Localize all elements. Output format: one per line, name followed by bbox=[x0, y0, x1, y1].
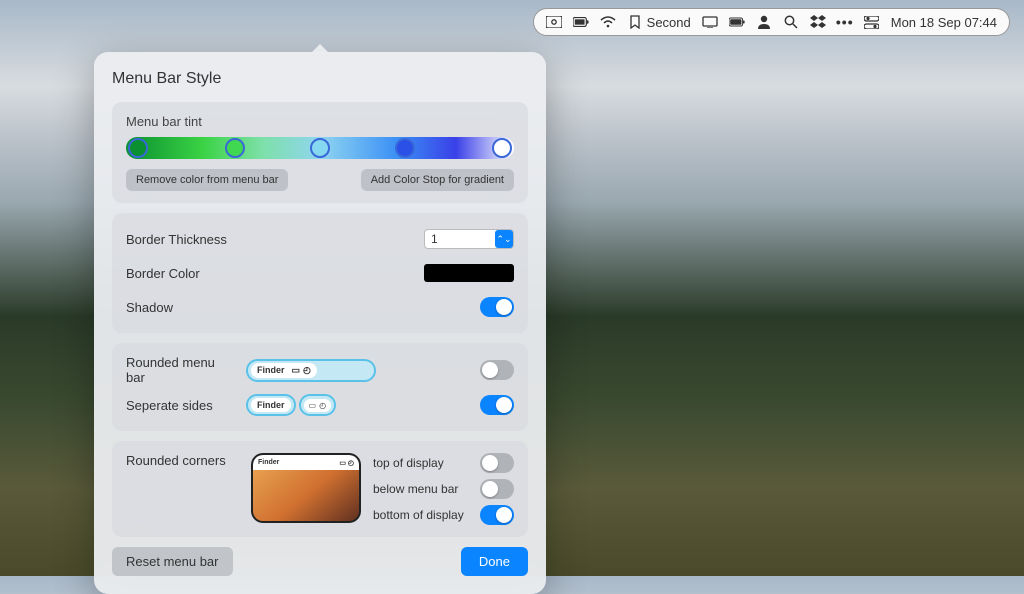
shadow-label: Shadow bbox=[126, 300, 173, 315]
rounded-menubar-toggle[interactable] bbox=[480, 360, 514, 380]
rounded-menubar-label: Rounded menu bar bbox=[126, 355, 236, 385]
remove-color-button[interactable]: Remove color from menu bar bbox=[126, 169, 288, 191]
display-icon[interactable] bbox=[702, 14, 718, 30]
corner-below-toggle[interactable] bbox=[480, 479, 514, 499]
border-thickness-value: 1 bbox=[431, 232, 438, 246]
gradient-track[interactable] bbox=[126, 137, 514, 159]
shadow-toggle[interactable] bbox=[480, 297, 514, 317]
border-thickness-label: Border Thickness bbox=[126, 232, 227, 247]
tint-section: Menu bar tint Remove color from menu bar… bbox=[112, 102, 528, 203]
separate-sides-toggle[interactable] bbox=[480, 395, 514, 415]
chevron-updown-icon: ⌃⌄ bbox=[495, 230, 513, 248]
search-icon[interactable] bbox=[783, 14, 799, 30]
system-menubar: Second ••• Mon 18 Sep 07:44 bbox=[533, 8, 1010, 36]
menubar-style-panel: Menu Bar Style Menu bar tint Remove colo… bbox=[94, 52, 546, 594]
finder-preview-label: Finder bbox=[257, 365, 285, 375]
panel-title: Menu Bar Style bbox=[112, 70, 528, 88]
color-stop-1[interactable] bbox=[225, 138, 245, 158]
border-color-swatch[interactable] bbox=[424, 264, 514, 282]
border-thickness-select[interactable]: 1 ⌃⌄ bbox=[424, 229, 514, 249]
rounded-menubar-preview: Finder ▭ ◴ bbox=[246, 359, 376, 382]
panel-footer: Reset menu bar Done bbox=[112, 547, 528, 576]
corner-top-toggle[interactable] bbox=[480, 453, 514, 473]
corners-section: Rounded corners Finder▭ ◴ top of display… bbox=[112, 441, 528, 537]
second-label: Second bbox=[647, 15, 691, 30]
done-button[interactable]: Done bbox=[461, 547, 528, 576]
color-stop-3[interactable] bbox=[395, 138, 415, 158]
separate-sides-label: Seperate sides bbox=[126, 398, 236, 413]
more-icon[interactable]: ••• bbox=[837, 14, 853, 30]
corners-preview: Finder▭ ◴ bbox=[251, 453, 361, 523]
separate-sides-preview: Finder ▭◴ bbox=[246, 394, 376, 416]
second-item[interactable]: Second bbox=[627, 14, 691, 30]
battery-menu-icon[interactable] bbox=[573, 14, 589, 30]
menubar-datetime[interactable]: Mon 18 Sep 07:44 bbox=[891, 15, 997, 30]
rounded-corners-label: Rounded corners bbox=[126, 453, 241, 525]
border-color-label: Border Color bbox=[126, 266, 200, 281]
rounded-section: Rounded menu bar Finder ▭ ◴ Seperate sid… bbox=[112, 343, 528, 431]
dropbox-icon[interactable] bbox=[810, 14, 826, 30]
color-stop-4[interactable] bbox=[492, 138, 512, 158]
corner-below-label: below menu bar bbox=[373, 482, 458, 496]
corner-bottom-toggle[interactable] bbox=[480, 505, 514, 525]
corner-top-label: top of display bbox=[373, 456, 444, 470]
battery-icon[interactable] bbox=[729, 14, 745, 30]
tint-label: Menu bar tint bbox=[126, 114, 514, 129]
user-silhouette-icon[interactable] bbox=[756, 14, 772, 30]
add-color-stop-button[interactable]: Add Color Stop for gradient bbox=[361, 169, 514, 191]
wifi-icon[interactable] bbox=[600, 14, 616, 30]
border-section: Border Thickness 1 ⌃⌄ Border Color Shado… bbox=[112, 213, 528, 333]
color-stop-2[interactable] bbox=[310, 138, 330, 158]
color-stop-0[interactable] bbox=[128, 138, 148, 158]
camera-icon[interactable] bbox=[546, 14, 562, 30]
control-center-icon[interactable] bbox=[864, 14, 880, 30]
reset-menubar-button[interactable]: Reset menu bar bbox=[112, 547, 233, 576]
bookmark-icon bbox=[627, 14, 643, 30]
corner-bottom-label: bottom of display bbox=[373, 508, 464, 522]
